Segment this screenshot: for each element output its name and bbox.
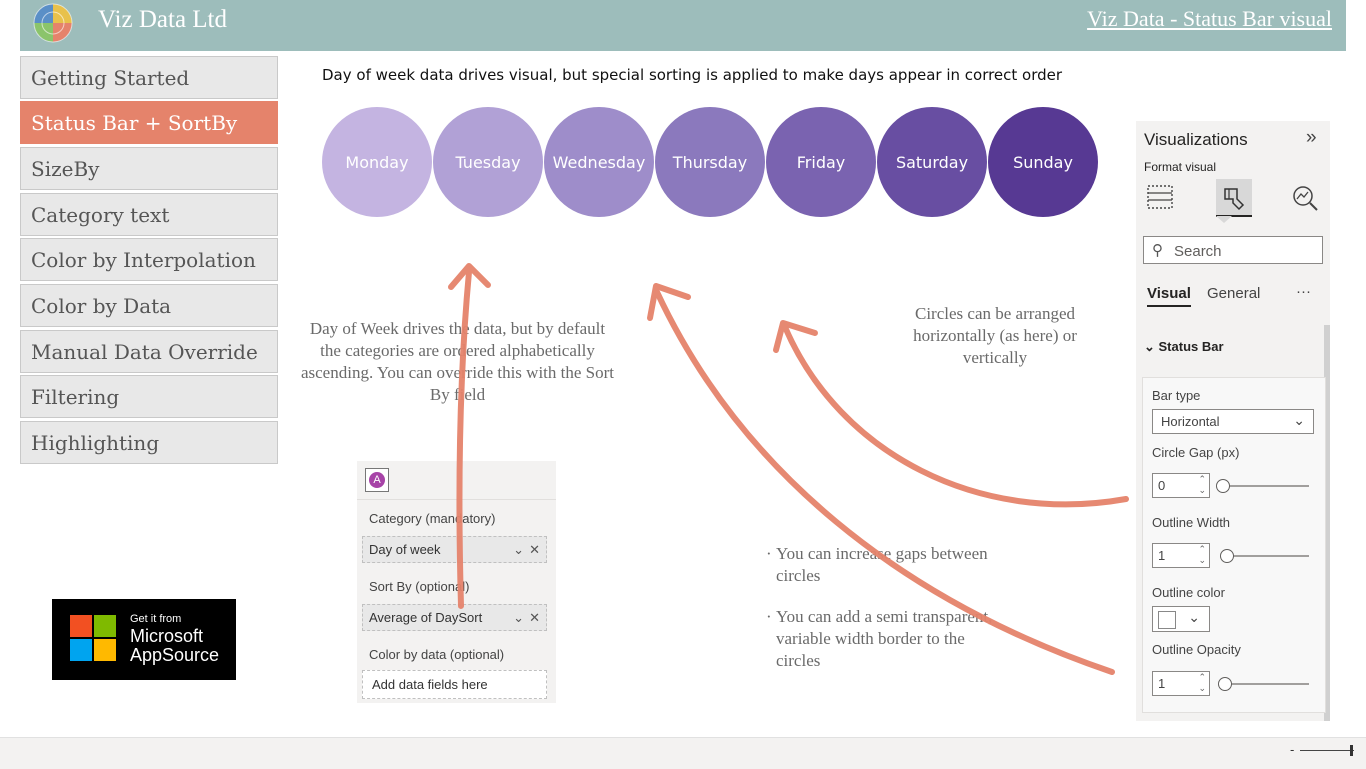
tab-pointer: [1216, 216, 1232, 223]
search-box[interactable]: ⚲ Search: [1143, 236, 1323, 264]
spinner-icon[interactable]: ⌃ ⌄: [1198, 544, 1206, 566]
bar-type-label: Bar type: [1152, 388, 1201, 403]
paint-brush-icon: [1224, 188, 1245, 211]
section-status-bar-label: Status Bar: [1158, 339, 1224, 354]
circle-gap-slider-track[interactable]: [1222, 485, 1309, 487]
outline-opacity-label: Outline Opacity: [1152, 642, 1241, 657]
viz-pane-title: Visualizations: [1144, 130, 1248, 149]
outline-width-slider-thumb[interactable]: [1220, 549, 1234, 563]
spinner-icon[interactable]: ⌃ ⌄: [1198, 474, 1206, 496]
spinner-icon[interactable]: ⌃ ⌄: [1198, 672, 1206, 694]
format-visual-label: Format visual: [1144, 160, 1217, 174]
circle-gap-value: 0: [1158, 478, 1166, 493]
color-swatch: [1158, 611, 1176, 629]
outline-width-value: 1: [1158, 548, 1166, 563]
outline-width-slider-track[interactable]: [1222, 555, 1309, 557]
build-visual-icon[interactable]: [1146, 183, 1176, 211]
bar-type-dropdown[interactable]: Horizontal ⌄: [1152, 409, 1314, 434]
chevron-down-icon: ⌄: [1188, 609, 1200, 625]
search-icon: ⚲: [1152, 242, 1163, 259]
outline-width-input[interactable]: 1 ⌃ ⌄: [1152, 543, 1210, 568]
zoom-slider-thumb[interactable]: [1350, 745, 1353, 756]
outline-opacity-input[interactable]: 1 ⌃ ⌄: [1152, 671, 1210, 696]
outline-color-label: Outline color: [1152, 585, 1225, 600]
chevron-down-icon: ⌄: [1293, 412, 1305, 428]
format-visual-tab[interactable]: [1216, 179, 1252, 217]
outline-width-label: Outline Width: [1152, 515, 1231, 530]
circle-gap-input[interactable]: 0 ⌃ ⌄: [1152, 473, 1210, 498]
collapse-pane-icon[interactable]: »: [1306, 127, 1317, 149]
arrow-gaps: [782, 324, 1129, 508]
outline-opacity-slider-thumb[interactable]: [1218, 677, 1232, 691]
tab-general[interactable]: General: [1207, 285, 1260, 302]
zoom-out-button[interactable]: -: [1290, 742, 1294, 757]
analytics-icon[interactable]: [1290, 183, 1320, 211]
outline-opacity-slider-track[interactable]: [1222, 683, 1309, 685]
outline-opacity-value: 1: [1158, 676, 1166, 691]
bar-type-value: Horizontal: [1161, 414, 1220, 429]
status-bar: -: [0, 737, 1366, 769]
more-options-icon[interactable]: ···: [1296, 283, 1311, 300]
chevron-down-icon: ⌄: [1144, 339, 1159, 354]
visualizations-pane: Visualizations » Format visual ⚲ Search …: [1136, 121, 1330, 721]
circle-gap-label: Circle Gap (px): [1152, 445, 1240, 460]
arrow-sortby: [456, 269, 472, 609]
section-status-bar[interactable]: ⌄ Status Bar: [1144, 339, 1224, 355]
search-input[interactable]: Search: [1174, 243, 1222, 260]
outline-color-picker[interactable]: ⌄: [1152, 606, 1210, 632]
tab-visual[interactable]: Visual: [1147, 285, 1191, 307]
arrow-border: [654, 289, 1115, 675]
zoom-slider-track[interactable]: [1300, 750, 1354, 751]
circle-gap-slider-thumb[interactable]: [1216, 479, 1230, 493]
